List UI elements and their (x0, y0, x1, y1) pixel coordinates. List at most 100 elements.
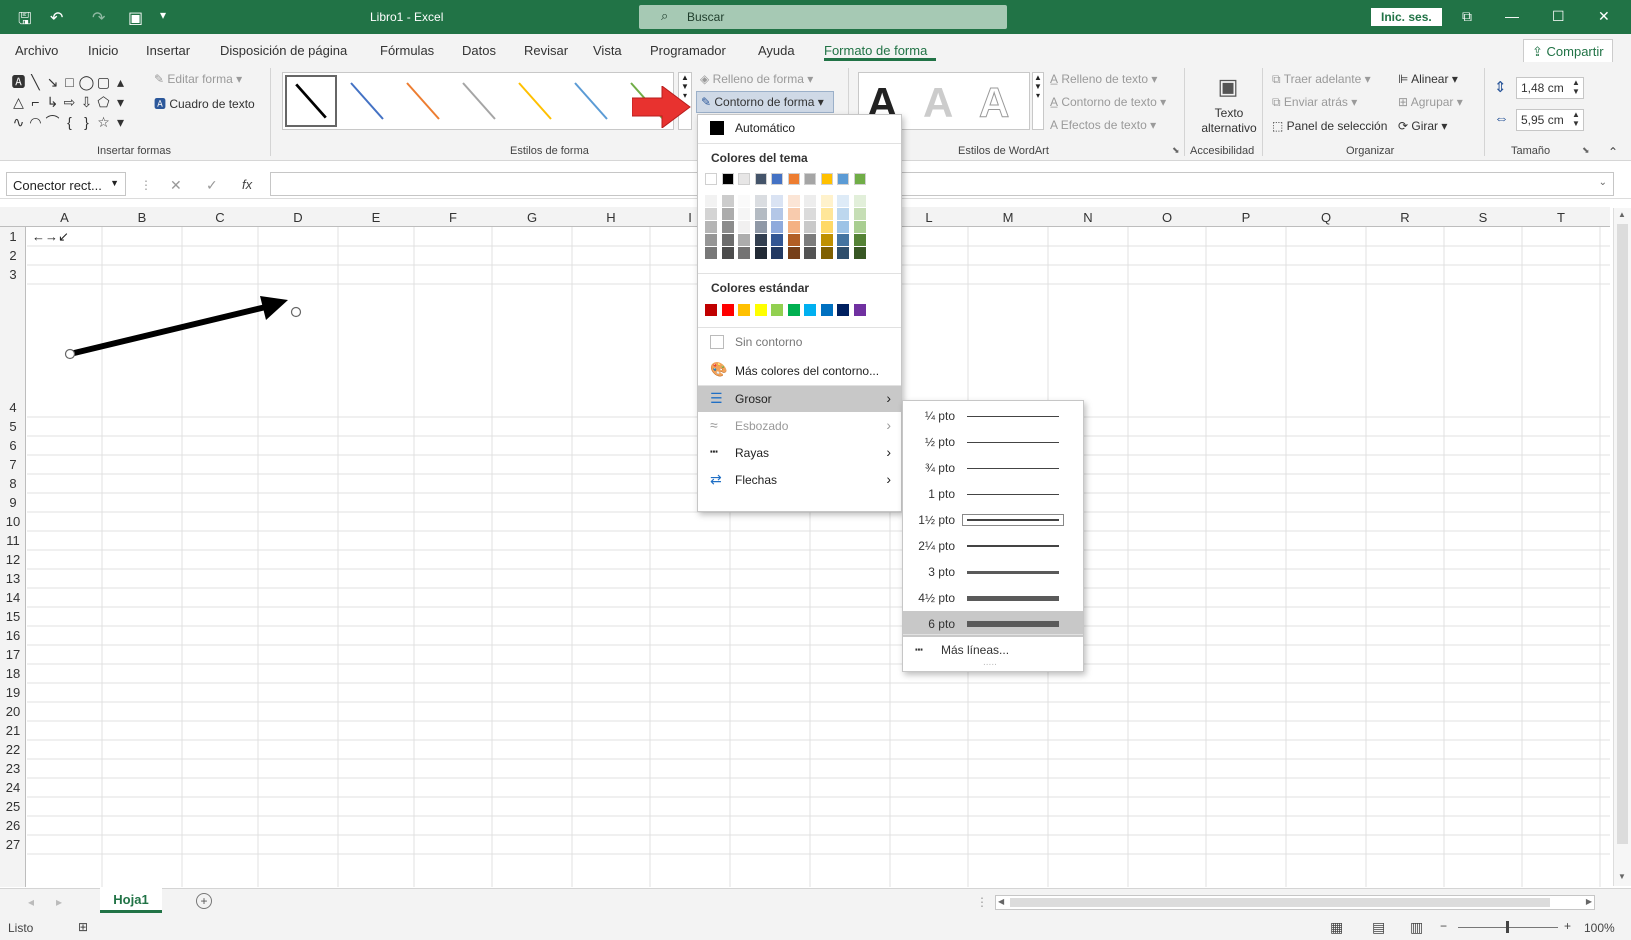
tab-revisar[interactable]: Revisar (524, 43, 568, 58)
theme-tint-swatch[interactable] (804, 221, 816, 233)
theme-tint-swatch[interactable] (705, 195, 717, 207)
column-header-n[interactable]: N (1048, 210, 1128, 225)
tab-datos[interactable]: Datos (462, 43, 496, 58)
column-header-r[interactable]: R (1366, 210, 1444, 225)
prev-sheet-icon[interactable]: ◂ (28, 895, 34, 909)
arrow-connector-shape[interactable] (60, 290, 305, 370)
theme-color-swatch[interactable] (853, 173, 866, 185)
customize-qat-icon[interactable]: ▾ (160, 8, 166, 22)
height-spinner-icon[interactable]: ▲ ▼ (1572, 78, 1580, 96)
tab-formulas[interactable]: Fórmulas (380, 43, 434, 58)
row-header-13[interactable]: 13 (0, 571, 26, 586)
cell-a1[interactable]: ←→↙ (32, 229, 69, 245)
theme-tint-swatch[interactable] (754, 247, 767, 259)
weight-option[interactable]: ¼ pto (903, 403, 1083, 429)
expand-formula-icon[interactable]: ⌄ (1599, 177, 1607, 188)
standard-color-swatch[interactable] (754, 304, 767, 316)
more-outline-colors-item[interactable]: 🎨 Más colores del contorno... (698, 358, 901, 384)
theme-tint-swatch[interactable] (837, 221, 849, 233)
theme-color-swatch[interactable] (837, 173, 849, 185)
theme-tint-swatch[interactable] (820, 195, 833, 207)
rounded-rect-shape-icon[interactable]: ▢ (95, 72, 112, 92)
tab-archivo[interactable]: Archivo (15, 43, 58, 58)
name-box-dropdown-icon[interactable]: ▼ (110, 178, 119, 188)
tab-programador[interactable]: Programador (650, 43, 726, 58)
theme-tint-swatch[interactable] (837, 234, 849, 246)
zoom-in-icon[interactable]: + (1564, 919, 1571, 933)
text-effects-button[interactable]: A Efectos de texto ▾ (1050, 118, 1156, 132)
standard-color-swatch[interactable] (853, 304, 866, 316)
row-header-25[interactable]: 25 (0, 799, 26, 814)
size-launcher-icon[interactable]: ⬊ (1582, 145, 1590, 156)
no-outline-item[interactable]: Sin contorno (698, 329, 901, 355)
column-header-t[interactable]: T (1522, 210, 1600, 225)
dashes-item[interactable]: ┅ Rayas › (698, 440, 901, 466)
column-header-q[interactable]: Q (1286, 210, 1366, 225)
shape-styles-gallery[interactable] (282, 72, 674, 130)
alt-text-label-2[interactable]: alternativo (1194, 121, 1264, 135)
weight-option[interactable]: 2¼ pto (903, 533, 1083, 559)
add-sheet-button[interactable]: + (196, 893, 212, 909)
vertical-scrollbar[interactable]: ▲ ▼ (1613, 208, 1631, 886)
theme-tint-swatch[interactable] (771, 208, 783, 220)
row-header-14[interactable]: 14 (0, 590, 26, 605)
theme-color-swatch[interactable] (705, 173, 717, 185)
style-swatch-5[interactable] (509, 75, 561, 127)
weight-item[interactable]: ☰ Grosor › (698, 386, 901, 412)
theme-color-swatch[interactable] (754, 173, 767, 185)
edit-shape-button[interactable]: ✎ Editar forma ▾ (154, 72, 242, 86)
text-box-button[interactable]: 🅰 Cuadro de texto (154, 95, 255, 112)
theme-tint-swatch[interactable] (705, 221, 717, 233)
undo-icon[interactable]: ↶ (50, 8, 63, 28)
weight-option[interactable]: 3 pto (903, 559, 1083, 585)
rectangle-shape-icon[interactable]: □ (61, 72, 78, 92)
theme-tint-swatch[interactable] (787, 208, 800, 220)
row-header-20[interactable]: 20 (0, 704, 26, 719)
tab-inicio[interactable]: Inicio (88, 43, 118, 58)
scroll-right-icon[interactable]: ▶ (1586, 897, 1592, 906)
theme-tint-swatch[interactable] (721, 234, 734, 246)
shapes-gallery[interactable]: 🅰 ╲ ↘ □ ◯ ▢ ▴ △ ⌐ ↳ ⇨ ⇩ ⬠ ▾ ∿ ◠ ⌒{} ☆ ▾ (10, 72, 130, 132)
down-arrow-shape-icon[interactable]: ⇩ (78, 92, 95, 112)
shape-outline-button[interactable]: ✎ Contorno de forma ▾ (696, 91, 834, 113)
column-header-m[interactable]: M (968, 210, 1048, 225)
theme-tint-swatch[interactable] (754, 208, 767, 220)
weight-option[interactable]: ¾ pto (903, 455, 1083, 481)
theme-tint-swatch[interactable] (837, 208, 849, 220)
search-box[interactable]: ⌕ Buscar (639, 5, 1007, 29)
row-header-21[interactable]: 21 (0, 723, 26, 738)
style-swatch-4[interactable] (453, 75, 505, 127)
theme-tint-swatch[interactable] (721, 247, 734, 259)
wordart-launcher-icon[interactable]: ⬊ (1172, 145, 1180, 156)
minimize-button[interactable]: — (1505, 8, 1519, 24)
arrow-line-shape-icon[interactable]: ↘ (44, 72, 61, 92)
row-header-5[interactable]: 5 (0, 419, 26, 434)
row-header-18[interactable]: 18 (0, 666, 26, 681)
weight-option[interactable]: 1½ pto (903, 507, 1083, 533)
tab-disposicion[interactable]: Disposición de página (220, 43, 347, 58)
row-header-17[interactable]: 17 (0, 647, 26, 662)
page-break-view-icon[interactable]: ▥ (1410, 919, 1423, 936)
theme-tint-swatch[interactable] (738, 247, 750, 259)
text-outline-button[interactable]: A̲ Contorno de texto ▾ (1050, 95, 1166, 109)
resize-grip-icon[interactable]: ..... (983, 657, 997, 668)
theme-color-swatch[interactable] (721, 173, 734, 185)
tab-formato-de-forma[interactable]: Formato de forma (824, 43, 927, 58)
row-header-8[interactable]: 8 (0, 476, 26, 491)
theme-tint-swatch[interactable] (820, 234, 833, 246)
zoom-level[interactable]: 100% (1584, 921, 1615, 935)
standard-color-swatch[interactable] (705, 304, 717, 316)
theme-tint-swatch[interactable] (787, 234, 800, 246)
theme-tint-swatch[interactable] (853, 195, 866, 207)
scroll-up-icon[interactable]: ▲ (1618, 210, 1626, 219)
oval-shape-icon[interactable]: ◯ (78, 72, 95, 92)
normal-view-icon[interactable]: ▦ (1330, 919, 1343, 936)
column-header-d[interactable]: D (258, 210, 338, 225)
row-header-27[interactable]: 27 (0, 837, 26, 852)
collapse-ribbon-icon[interactable]: ⌃ (1608, 145, 1618, 159)
row-header-12[interactable]: 12 (0, 552, 26, 567)
row-header-2[interactable]: 2 (0, 248, 26, 263)
sign-in-button[interactable]: Inic. ses. (1371, 8, 1442, 26)
weight-option[interactable]: 4½ pto (903, 585, 1083, 611)
theme-tint-swatch[interactable] (787, 195, 800, 207)
